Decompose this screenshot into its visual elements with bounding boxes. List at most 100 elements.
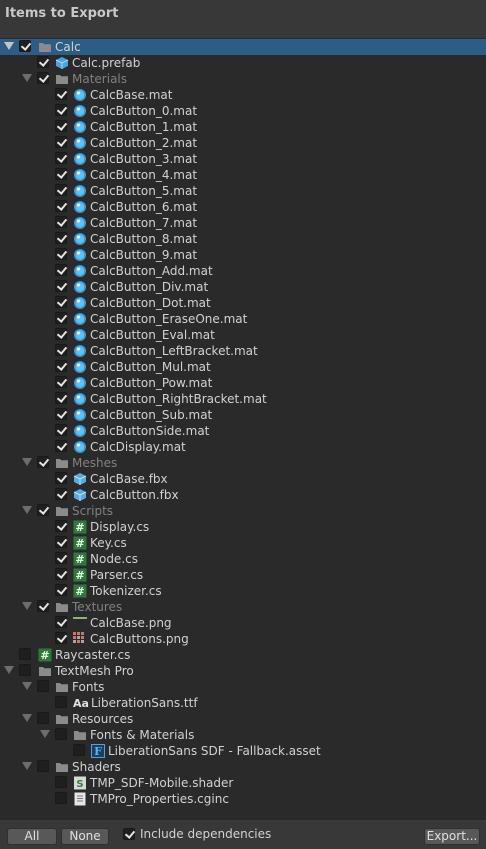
item-checkbox[interactable] (55, 248, 67, 260)
item-checkbox[interactable] (55, 424, 67, 436)
item-checkbox[interactable] (55, 440, 67, 452)
item-checkbox[interactable] (55, 568, 67, 580)
expand-arrow-icon[interactable] (4, 666, 14, 674)
item-checkbox[interactable] (19, 40, 31, 52)
tree-file-row[interactable]: # Node.cs (0, 551, 486, 567)
all-button[interactable]: All (7, 828, 57, 845)
tree-file-row[interactable]: CalcButton_EraseOne.mat (0, 311, 486, 327)
tree-file-row[interactable]: CalcButton_0.mat (0, 103, 486, 119)
tree-file-row[interactable]: CalcBase.fbx (0, 471, 486, 487)
item-checkbox[interactable] (37, 72, 49, 84)
tree-folder-row[interactable]: Textures (0, 599, 486, 615)
expand-arrow-icon[interactable] (22, 682, 32, 690)
tree-file-row[interactable]: Aa LiberationSans.ttf (0, 695, 486, 711)
tree-file-row[interactable]: Calc.prefab (0, 55, 486, 71)
item-checkbox[interactable] (55, 232, 67, 244)
item-checkbox[interactable] (37, 504, 49, 516)
expand-arrow-icon[interactable] (4, 42, 14, 50)
item-checkbox[interactable] (55, 520, 67, 532)
item-checkbox[interactable] (55, 216, 67, 228)
item-checkbox[interactable] (55, 488, 67, 500)
item-checkbox[interactable] (55, 120, 67, 132)
tree-file-row[interactable]: CalcButton_3.mat (0, 151, 486, 167)
tree-file-row[interactable]: CalcButton_Pow.mat (0, 375, 486, 391)
tree-file-row[interactable]: S TMP_SDF-Mobile.shader (0, 775, 486, 791)
include-dependencies-checkbox[interactable] (123, 828, 135, 840)
item-checkbox[interactable] (55, 392, 67, 404)
expand-arrow-icon[interactable] (22, 602, 32, 610)
tree-folder-row[interactable]: Fonts & Materials (0, 727, 486, 743)
tree-file-row[interactable]: # Tokenizer.cs (0, 583, 486, 599)
item-checkbox[interactable] (55, 312, 67, 324)
item-checkbox[interactable] (55, 296, 67, 308)
tree-file-row[interactable]: CalcButton.fbx (0, 487, 486, 503)
tree-file-row[interactable]: CalcButtons.png (0, 631, 486, 647)
tree-file-row[interactable]: CalcButton_RightBracket.mat (0, 391, 486, 407)
item-checkbox[interactable] (55, 696, 67, 708)
tree-file-row[interactable]: CalcButton_Add.mat (0, 263, 486, 279)
item-checkbox[interactable] (55, 360, 67, 372)
tree-file-row[interactable]: CalcButton_Div.mat (0, 279, 486, 295)
item-checkbox[interactable] (55, 792, 67, 804)
item-checkbox[interactable] (19, 664, 31, 676)
tree-folder-row[interactable]: Calc (0, 39, 486, 55)
none-button[interactable]: None (61, 828, 109, 845)
tree-file-row[interactable]: CalcButton_Sub.mat (0, 407, 486, 423)
expand-arrow-icon[interactable] (40, 730, 50, 738)
item-checkbox[interactable] (55, 168, 67, 180)
item-checkbox[interactable] (55, 408, 67, 420)
tree-file-row[interactable]: TMPro_Properties.cginc (0, 791, 486, 807)
expand-arrow-icon[interactable] (22, 458, 32, 466)
item-checkbox[interactable] (55, 104, 67, 116)
item-checkbox[interactable] (55, 344, 67, 356)
tree-file-row[interactable]: # Parser.cs (0, 567, 486, 583)
tree-file-row[interactable]: # Key.cs (0, 535, 486, 551)
item-checkbox[interactable] (37, 760, 49, 772)
tree-file-row[interactable]: CalcButton_Eval.mat (0, 327, 486, 343)
tree-folder-row[interactable]: Scripts (0, 503, 486, 519)
item-checkbox[interactable] (55, 536, 67, 548)
export-tree[interactable]: Calc Calc.prefab Materials CalcBase.mat Calc… (0, 38, 486, 820)
tree-file-row[interactable]: CalcButton_Mul.mat (0, 359, 486, 375)
item-checkbox[interactable] (55, 584, 67, 596)
tree-file-row[interactable]: CalcButton_7.mat (0, 215, 486, 231)
item-checkbox[interactable] (73, 744, 85, 756)
item-checkbox[interactable] (19, 648, 31, 660)
tree-file-row[interactable]: # Display.cs (0, 519, 486, 535)
tree-file-row[interactable]: CalcButton_1.mat (0, 119, 486, 135)
item-checkbox[interactable] (55, 376, 67, 388)
item-checkbox[interactable] (55, 472, 67, 484)
item-checkbox[interactable] (37, 600, 49, 612)
expand-arrow-icon[interactable] (22, 74, 32, 82)
tree-file-row[interactable]: CalcBase.png (0, 615, 486, 631)
tree-folder-row[interactable]: Fonts (0, 679, 486, 695)
item-checkbox[interactable] (55, 280, 67, 292)
tree-file-row[interactable]: CalcButton_4.mat (0, 167, 486, 183)
tree-file-row[interactable]: CalcDisplay.mat (0, 439, 486, 455)
tree-file-row[interactable]: CalcBase.mat (0, 87, 486, 103)
tree-folder-row[interactable]: Resources (0, 711, 486, 727)
item-checkbox[interactable] (55, 200, 67, 212)
tree-file-row[interactable]: F LiberationSans SDF - Fallback.asset (0, 743, 486, 759)
item-checkbox[interactable] (55, 184, 67, 196)
tree-file-row[interactable]: # Raycaster.cs (0, 647, 486, 663)
item-checkbox[interactable] (55, 152, 67, 164)
tree-file-row[interactable]: CalcButton_5.mat (0, 183, 486, 199)
tree-file-row[interactable]: CalcButton_6.mat (0, 199, 486, 215)
tree-file-row[interactable]: CalcButton_2.mat (0, 135, 486, 151)
tree-folder-row[interactable]: TextMesh Pro (0, 663, 486, 679)
expand-arrow-icon[interactable] (22, 762, 32, 770)
item-checkbox[interactable] (55, 552, 67, 564)
item-checkbox[interactable] (37, 680, 49, 692)
item-checkbox[interactable] (37, 456, 49, 468)
tree-file-row[interactable]: CalcButton_8.mat (0, 231, 486, 247)
item-checkbox[interactable] (55, 776, 67, 788)
tree-file-row[interactable]: CalcButton_9.mat (0, 247, 486, 263)
tree-file-row[interactable]: CalcButtonSide.mat (0, 423, 486, 439)
expand-arrow-icon[interactable] (22, 506, 32, 514)
item-checkbox[interactable] (37, 56, 49, 68)
export-button[interactable]: Export... (424, 828, 480, 845)
item-checkbox[interactable] (55, 264, 67, 276)
tree-file-row[interactable]: CalcButton_LeftBracket.mat (0, 343, 486, 359)
item-checkbox[interactable] (55, 728, 67, 740)
